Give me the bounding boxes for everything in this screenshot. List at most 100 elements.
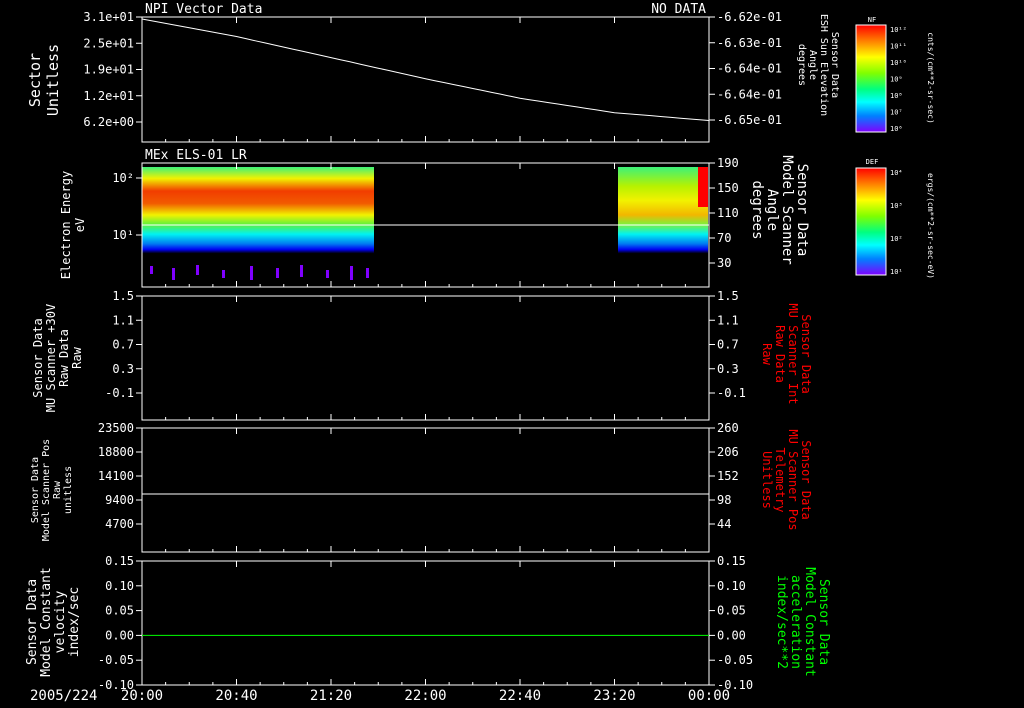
panel-4-right-label-line-3: Telemetry (773, 447, 787, 512)
axis-tick-label: 1.1 (112, 313, 134, 327)
axis-tick-label: 0.7 (112, 338, 134, 352)
panel-1-left-label: Sector Unitless (26, 44, 62, 116)
colorbar-tick-label: 10⁸ (890, 92, 903, 100)
panel-5-right-label: Sensor Data Model Constant acceleration … (774, 567, 831, 677)
panel-2-data-block-1 (142, 167, 374, 263)
panel-3-left-label-line-3: Raw Data (57, 329, 71, 387)
panel-5-right-label-line-2: Model Constant (802, 567, 817, 677)
panel-1-right-label: Sensor Data ESH Sun Elevation Angle degr… (796, 14, 840, 116)
panel-1-right-label-line-4: degrees (796, 44, 807, 86)
panel-4-left-label-line-3: Raw (52, 480, 63, 499)
axis-tick-label: -6.65e-01 (717, 113, 782, 127)
axis-tick-label: 30 (717, 256, 731, 270)
axis-tick-label: 260 (717, 421, 739, 435)
panel-4-left-label: Sensor Data Model Scanner Pos Raw unitle… (30, 439, 74, 541)
axis-tick-label: 0.7 (717, 338, 739, 352)
axis-tick-label: 150 (717, 181, 739, 195)
panel-2-right-label-line-2: Model Scanner (779, 155, 795, 265)
panel-3-left-label-line-4: Raw (70, 346, 84, 368)
axis-tick-label: -6.63e-01 (717, 36, 782, 50)
colorbar-nf-gradient (855, 24, 887, 133)
axis-tick-label: -0.05 (98, 653, 134, 667)
panel-1-left-label-line-2: Unitless (44, 44, 62, 116)
panel-5-right-ticks: 0.150.100.050.00-0.05-0.10 (709, 554, 753, 692)
colorbar-tick-label: 10⁴ (890, 169, 903, 177)
panel-1-right-label-line-1: Sensor Data (829, 32, 840, 98)
panel-4-right-label-line-2: MU Scanner Pos (786, 429, 800, 530)
panel-4-left-ticks: 23500 18800 14100 9400 4700 (98, 421, 142, 531)
axis-tick-label: 0.00 (717, 628, 746, 642)
panel-5-left-label-line-2: Model Constant (39, 567, 54, 677)
panel-2-right-label: Sensor Data Model Scanner Angle degrees (749, 155, 810, 265)
colorbar-def-gradient (855, 167, 887, 276)
speckle-dot (350, 266, 353, 280)
panel-3-left-label-line-2: MU Scanner +30V (44, 304, 58, 412)
panel-3-right-label: Sensor Data MU Scanner Int Raw Data Raw (760, 303, 813, 404)
axis-tick-label: 0.05 (105, 604, 134, 618)
axis-tick-label: 44 (717, 517, 731, 531)
colorbar-nf-ticks: 10¹² 10¹¹ 10¹⁰ 10⁹ 10⁸ 10⁷ 10⁶ (890, 26, 907, 133)
axis-tick-label: 0.3 (717, 362, 739, 376)
panel-5-right-label-line-4: index/sec**2 (774, 575, 789, 669)
panel-4-left-label-line-1: Sensor Data (30, 457, 41, 523)
colorbar-def: DEF 10⁴ 10³ 10² 10¹ ergs/(cm**2-sr-sec-eV) (855, 158, 935, 279)
colorbar-def-unit: ergs/(cm**2-sr-sec-eV) (926, 173, 935, 279)
panel-els-spectrogram: MEx ELS-01 LR 10² 10¹ 190 150 110 70 30 Elect… (59, 148, 935, 288)
axis-tick-label: 0.15 (717, 554, 746, 568)
panel-5-left-label-line-4: index/sec (67, 587, 82, 657)
panel-1-frame (141, 16, 710, 143)
panel-2-left-ticks: 10² 10¹ (112, 171, 142, 242)
speckle-dot (300, 265, 303, 277)
panel-2-right-ticks: 190 150 110 70 30 (709, 156, 739, 270)
axis-tick-label: -0.05 (717, 653, 753, 667)
axis-tick-label: 2.5e+01 (83, 36, 134, 50)
panel-2-saturation-strip (698, 167, 708, 207)
panel-5-left-label-line-1: Sensor Data (25, 579, 40, 665)
axis-tick-label: 0.3 (112, 362, 134, 376)
speckle-dot (196, 265, 199, 275)
speckle-dot (326, 270, 329, 278)
axis-tick-label: 0.00 (105, 628, 134, 642)
panel-model-constant: 0.150.100.050.00-0.05-0.10 0.150.100.050… (25, 554, 831, 692)
colorbar-tick-label: 10⁹ (890, 76, 903, 84)
axis-tick-label: -0.1 (717, 386, 746, 400)
panel-3-right-label-line-2: MU Scanner Int (786, 303, 800, 404)
colorbar-nf: NF 10¹² 10¹¹ 10¹⁰ 10⁹ 10⁸ 10⁷ 10⁶ cnts/(cm**2-… (855, 16, 935, 133)
time-axis-ticks: 20:00 20:40 21:20 22:00 22:40 23:20 00:00 (121, 17, 730, 704)
panel-3-right-ticks: 1.5 1.1 0.7 0.3 -0.1 (709, 289, 746, 400)
panel-3-right-label-line-3: Raw Data (773, 325, 787, 383)
panel-2-left-label-line-2: eV (73, 218, 87, 232)
axis-tick-label: 4700 (105, 517, 134, 531)
axis-tick-label: 0.05 (717, 604, 746, 618)
panel-3-right-label-line-1: Sensor Data (799, 314, 813, 393)
speckle-dot (222, 270, 225, 278)
panel-1-left-ticks: 3.1e+01 2.5e+01 1.9e+01 1.2e+01 6.2e+00 (83, 10, 142, 129)
time-tick-label: 23:20 (593, 688, 635, 704)
axis-tick-label: 1.2e+01 (83, 89, 134, 103)
panel-1-right-label-line-2: ESH Sun Elevation (818, 14, 829, 116)
axis-tick-label: 1.5 (717, 289, 739, 303)
colorbar-tick-label: 10¹ (890, 268, 903, 276)
colorbar-tick-label: 10⁷ (890, 109, 903, 117)
panel-4-frame (141, 427, 710, 553)
panel-1-left-label-line-1: Sector (26, 53, 44, 107)
panel-5-left-label-line-3: velocity (53, 591, 68, 654)
colorbar-tick-label: 10³ (890, 202, 903, 210)
axis-tick-label: -6.64e-01 (717, 87, 782, 101)
axis-tick-label: 1.9e+01 (83, 63, 134, 77)
panel-3-left-ticks: 1.5 1.1 0.7 0.3 -0.1 (105, 289, 142, 400)
panel-2-left-label: Electron Energy eV (59, 171, 87, 279)
panel-4-right-label-line-1: Sensor Data (799, 440, 813, 519)
panel-3-right-label-line-4: Raw (760, 343, 774, 365)
panel-4-left-label-line-4: unitless (63, 466, 74, 514)
colorbar-nf-unit: cnts/(cm**2-sr-sec) (926, 32, 935, 124)
panel-4-right-label-line-4: Unitless (760, 451, 774, 509)
panel-4-left-label-line-2: Model Scanner Pos (41, 439, 52, 541)
time-tick-label: 00:00 (688, 688, 730, 704)
colorbar-nf-title: NF (868, 16, 876, 24)
time-tick-label: 20:00 (121, 688, 163, 704)
axis-tick-label: 10² (112, 171, 134, 185)
panel-5-left-label: Sensor Data Model Constant velocity inde… (25, 567, 82, 677)
axis-tick-label: 110 (717, 206, 739, 220)
panel-5-right-label-line-1: Sensor Data (816, 579, 831, 665)
